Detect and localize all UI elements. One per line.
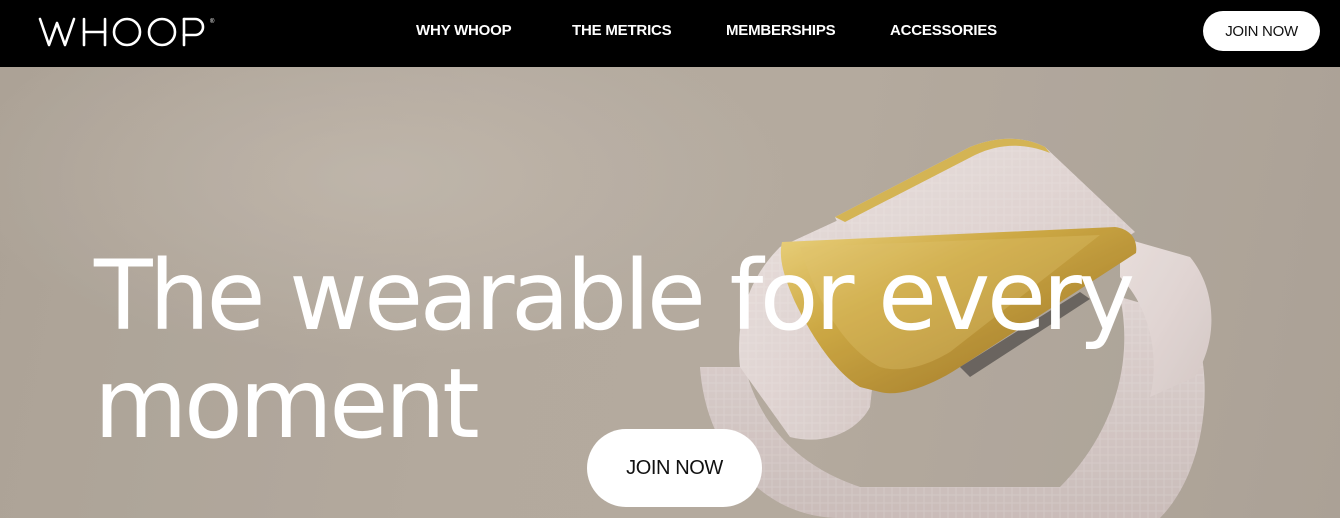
join-now-header-button[interactable]: JOIN NOW <box>1203 11 1320 51</box>
nav-the-metrics[interactable]: THE METRICS <box>572 22 672 40</box>
hero-section: The wearable for every moment JOIN NOW <box>0 67 1340 518</box>
site-header: ® WHY WHOOP THE METRICS MEMBERSHIPS ACCE… <box>0 0 1340 67</box>
join-now-hero-button[interactable]: JOIN NOW <box>587 429 762 507</box>
svg-text:®: ® <box>210 18 215 25</box>
whoop-logo[interactable]: ® <box>38 15 220 49</box>
nav-memberships[interactable]: MEMBERSHIPS <box>726 22 836 40</box>
hero-headline: The wearable for every moment <box>94 242 1294 458</box>
nav-why-whoop[interactable]: WHY WHOOP <box>416 22 512 40</box>
whoop-logo-mark: ® <box>38 17 215 47</box>
hero-headline-line-1: The wearable for every <box>94 240 1135 352</box>
nav-accessories[interactable]: ACCESSORIES <box>890 22 997 40</box>
